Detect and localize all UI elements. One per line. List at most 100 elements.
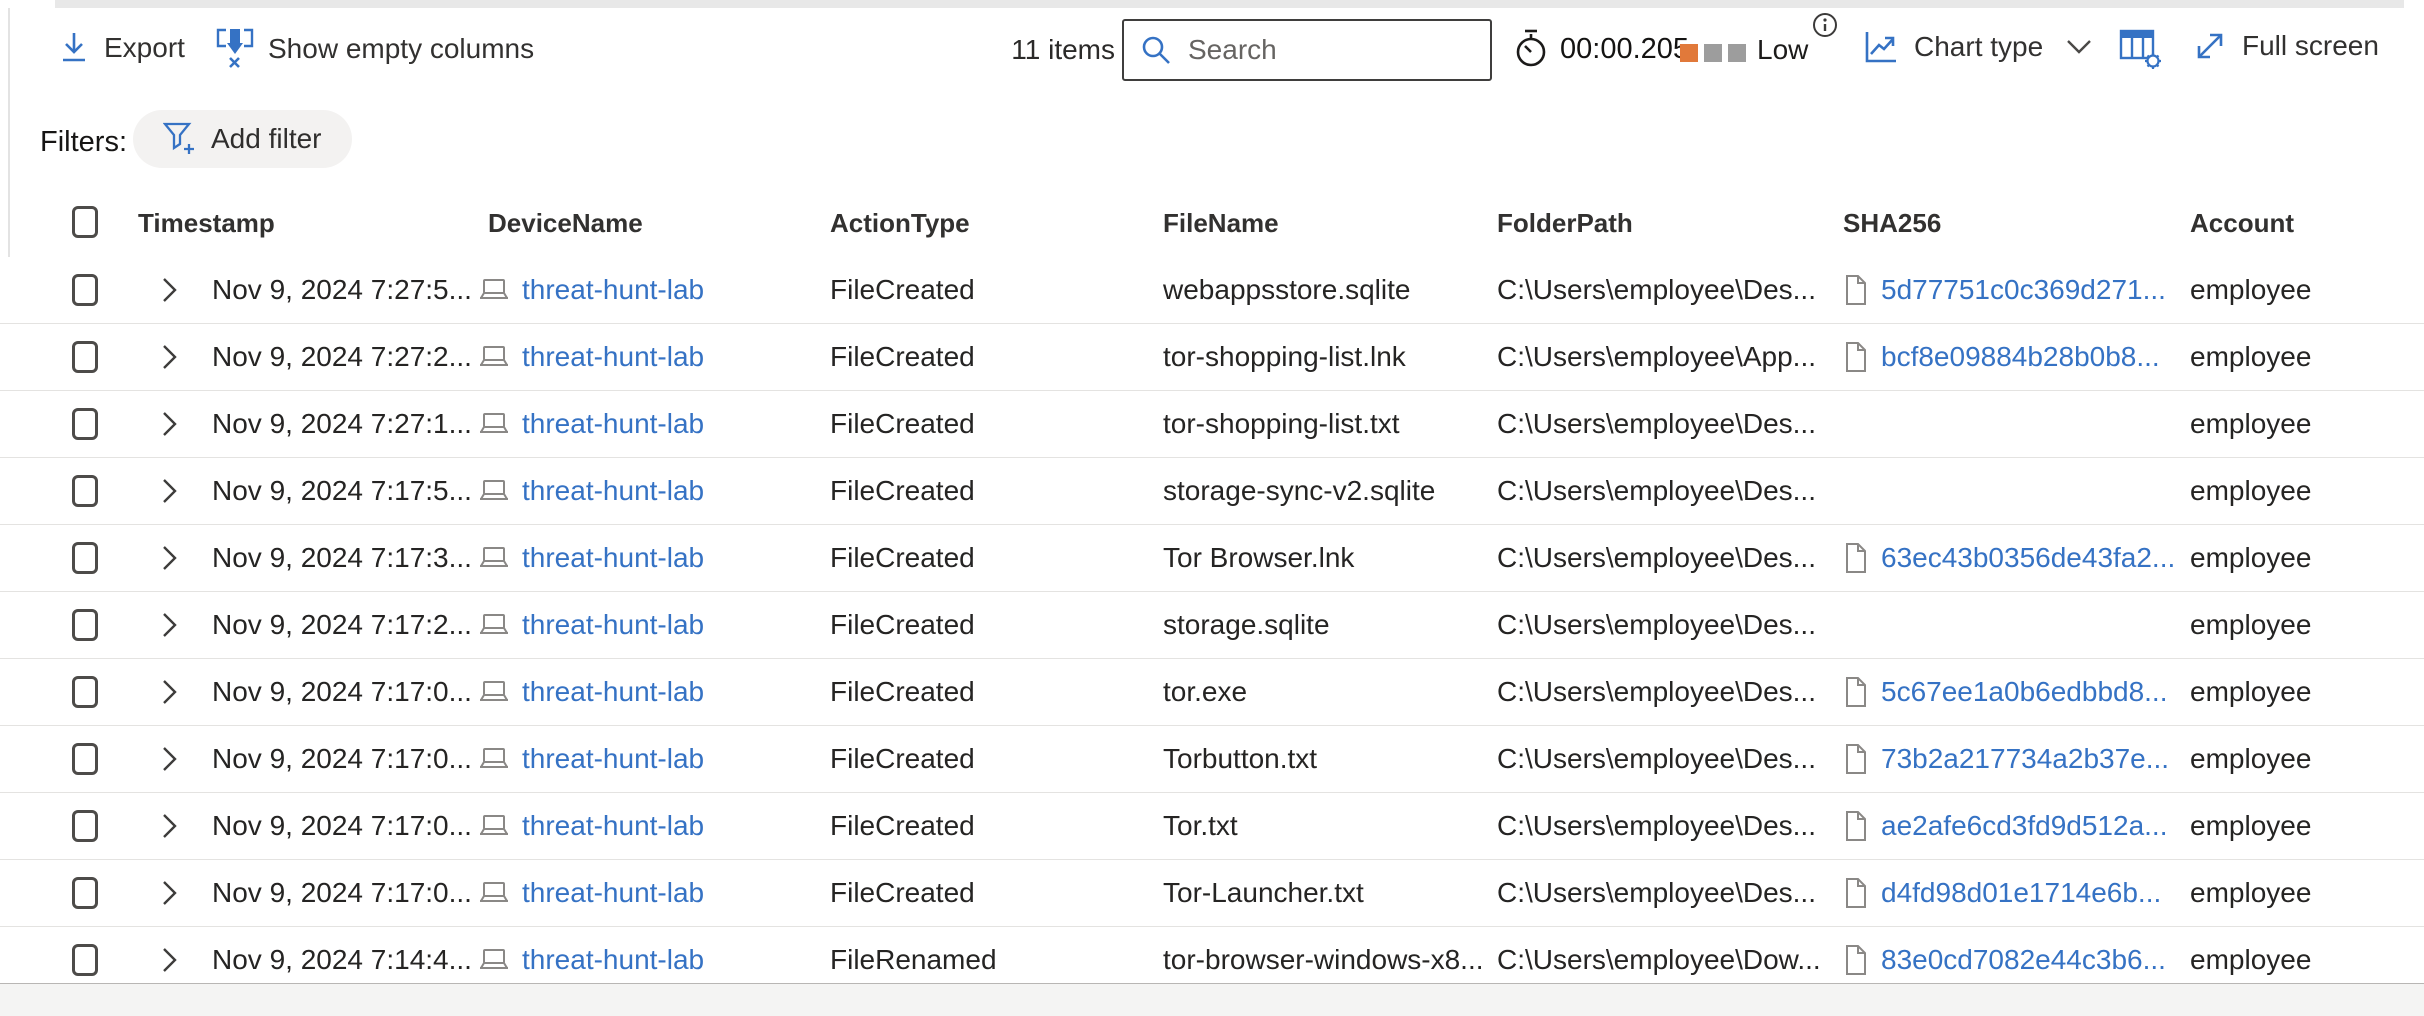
row-checkbox[interactable] [72,475,98,507]
expand-row-icon[interactable] [158,391,180,457]
sha256-link[interactable]: 83e0cd7082e44c3b6... [1881,944,2166,976]
cell-timestamp: Nov 9, 2024 7:17:3... [212,525,472,591]
row-checkbox[interactable] [72,408,98,440]
cell-devicename: threat-hunt-lab [478,257,788,323]
cell-sha256 [1843,592,2183,658]
sha256-link[interactable]: bcf8e09884b28b0b8... [1881,341,2160,373]
device-link[interactable]: threat-hunt-lab [522,743,704,775]
cell-account: employee [2190,525,2410,591]
filters-label: Filters: [40,126,127,159]
cell-account: employee [2190,257,2410,323]
document-icon [1843,810,1869,842]
row-checkbox[interactable] [72,676,98,708]
cell-timestamp: Nov 9, 2024 7:17:2... [212,592,472,658]
sha256-link[interactable]: ae2afe6cd3fd9d512a... [1881,810,2167,842]
expand-row-icon[interactable] [158,324,180,390]
device-link[interactable]: threat-hunt-lab [522,609,704,641]
column-header-devicename[interactable]: DeviceName [488,190,643,257]
sha256-link[interactable]: d4fd98d01e1714e6b... [1881,877,2161,909]
expand-row-icon[interactable] [158,592,180,658]
show-empty-columns-icon [216,28,254,70]
device-link[interactable]: threat-hunt-lab [522,810,704,842]
cell-filename: Tor.txt [1163,793,1493,859]
resource-usage-block-active [1680,44,1698,62]
row-checkbox[interactable] [72,542,98,574]
expand-row-icon[interactable] [158,659,180,725]
cell-filename: Tor-Launcher.txt [1163,860,1493,926]
chevron-down-icon [2065,38,2093,56]
device-link[interactable]: threat-hunt-lab [522,475,704,507]
document-icon [1843,274,1869,306]
device-link[interactable]: threat-hunt-lab [522,341,704,373]
cell-devicename: threat-hunt-lab [478,458,788,524]
expand-row-icon[interactable] [158,525,180,591]
cell-folderpath: C:\Users\employee\Des... [1497,726,1835,792]
sha256-link[interactable]: 63ec43b0356de43fa2... [1881,542,2175,574]
resource-usage-block [1728,44,1746,62]
advanced-hunting-results-panel: Export Show empty columns 11 items 00:00… [0,0,2424,1016]
row-checkbox[interactable] [72,274,98,306]
cell-actiontype: FileCreated [830,592,1150,658]
table-footer [0,983,2424,1016]
device-link[interactable]: threat-hunt-lab [522,944,704,976]
cell-account: employee [2190,324,2410,390]
cell-filename: Torbutton.txt [1163,726,1493,792]
chart-type-button[interactable]: Chart type [1862,28,2093,66]
full-screen-label: Full screen [2242,30,2379,62]
sha256-link[interactable]: 73b2a217734a2b37e... [1881,743,2169,775]
cell-folderpath: C:\Users\employee\Des... [1497,793,1835,859]
export-button[interactable]: Export [58,30,185,66]
device-link[interactable]: threat-hunt-lab [522,274,704,306]
row-checkbox[interactable] [72,341,98,373]
resource-usage-label: Low [1757,34,1808,66]
cell-account: employee [2190,458,2410,524]
cell-devicename: threat-hunt-lab [478,860,788,926]
column-header-actiontype[interactable]: ActionType [830,190,970,257]
table-row: Nov 9, 2024 7:17:0...threat-hunt-labFile… [0,659,2424,726]
row-checkbox[interactable] [72,609,98,641]
cell-sha256: d4fd98d01e1714e6b... [1843,860,2183,926]
device-link[interactable]: threat-hunt-lab [522,408,704,440]
add-filter-button[interactable]: Add filter [133,110,352,168]
cell-account: employee [2190,860,2410,926]
sha256-link[interactable]: 5c67ee1a0b6edbbd8... [1881,676,2168,708]
customize-columns-button[interactable] [2118,26,2162,73]
cell-filename: webappsstore.sqlite [1163,257,1493,323]
cell-sha256: 63ec43b0356de43fa2... [1843,525,2183,591]
column-header-folderpath[interactable]: FolderPath [1497,190,1633,257]
expand-row-icon[interactable] [158,257,180,323]
column-header-account[interactable]: Account [2190,190,2294,257]
show-empty-columns-button[interactable]: Show empty columns [216,28,534,70]
add-filter-icon [163,121,197,157]
row-checkbox[interactable] [72,877,98,909]
document-icon [1843,877,1869,909]
row-checkbox[interactable] [72,810,98,842]
device-link[interactable]: threat-hunt-lab [522,877,704,909]
table-row: Nov 9, 2024 7:17:0...threat-hunt-labFile… [0,793,2424,860]
row-checkbox[interactable] [72,944,98,976]
expand-row-icon[interactable] [158,793,180,859]
column-header-sha256[interactable]: SHA256 [1843,190,1941,257]
expand-row-icon[interactable] [158,458,180,524]
cell-account: employee [2190,592,2410,658]
info-icon[interactable] [1812,12,1838,41]
expand-row-icon[interactable] [158,726,180,792]
column-header-timestamp[interactable]: Timestamp [138,190,275,257]
cell-actiontype: FileCreated [830,391,1150,457]
laptop-icon [478,678,510,706]
search-input[interactable] [1186,33,1440,67]
cell-devicename: threat-hunt-lab [478,391,788,457]
search-box[interactable] [1122,19,1492,81]
laptop-icon [478,276,510,304]
expand-row-icon[interactable] [158,860,180,926]
column-header-filename[interactable]: FileName [1163,190,1279,257]
device-link[interactable]: threat-hunt-lab [522,676,704,708]
full-screen-button[interactable]: Full screen [2192,28,2379,64]
cell-folderpath: C:\Users\employee\Des... [1497,592,1835,658]
device-link[interactable]: threat-hunt-lab [522,542,704,574]
sha256-link[interactable]: 5d77751c0c369d271... [1881,274,2166,306]
row-checkbox[interactable] [72,743,98,775]
select-all-checkbox[interactable] [72,206,98,238]
cell-filename: storage-sync-v2.sqlite [1163,458,1493,524]
cell-filename: Tor Browser.lnk [1163,525,1493,591]
